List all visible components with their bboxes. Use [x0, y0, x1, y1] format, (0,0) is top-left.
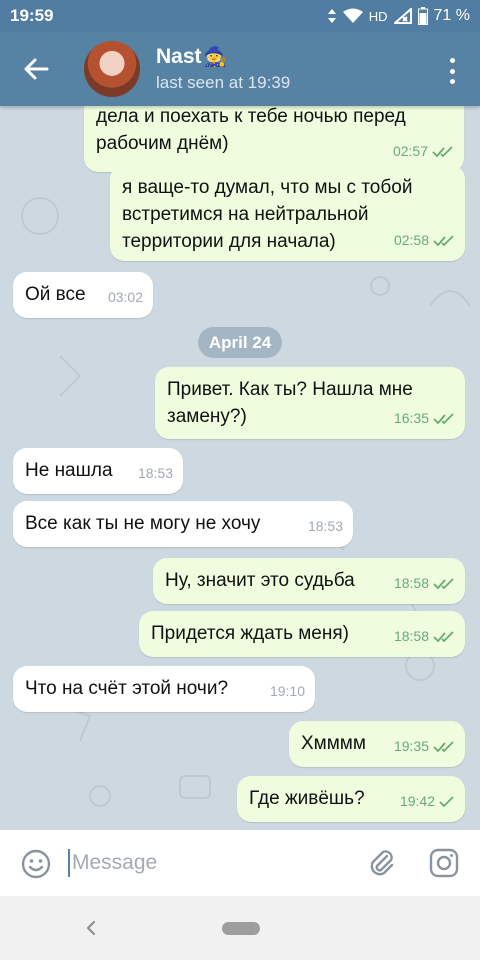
message-time: 03:02 — [107, 289, 143, 305]
message-meta: 02:57 — [393, 138, 454, 165]
double-check-icon — [433, 630, 454, 642]
message-bubble[interactable]: Ну, значит это судьба 18:58 — [153, 558, 465, 604]
message-meta: 18:53 — [308, 513, 343, 540]
message-input-bar — [0, 830, 480, 896]
message-text: Все как ты не могу не хочу — [25, 513, 261, 534]
check-icon — [439, 795, 454, 807]
message-bubble[interactable]: я ваще-то думал, что мы с тобой встретим… — [110, 165, 465, 261]
message-time: 02:57 — [392, 143, 428, 159]
chat-messages[interactable]: дела и поехать к тебе ночью перед рабочи… — [0, 106, 480, 830]
battery-icon — [417, 7, 428, 25]
message-time: 02:58 — [393, 232, 429, 248]
emoji-icon[interactable] — [20, 848, 52, 880]
message-meta: 02:58 — [394, 227, 455, 254]
signal-icon — [393, 8, 412, 24]
message-bubble[interactable]: Привет. Как ты? Нашла мне замену?) 16:35 — [155, 367, 465, 439]
message-meta: 16:35 — [394, 405, 455, 432]
contact-name-text: Nast — [156, 45, 202, 68]
message-text: Что на счёт этой ночи? — [25, 678, 229, 699]
wifi-icon — [342, 8, 363, 23]
message-meta: 19:35 — [394, 733, 455, 760]
chat-header: Nast 🧙 last seen at 19:39 — [0, 32, 480, 106]
nav-back-icon[interactable] — [80, 914, 102, 942]
double-check-icon — [433, 412, 454, 424]
message-bubble[interactable]: дела и поехать к тебе ночью перед рабочи… — [84, 106, 464, 172]
message-meta: 18:58 — [394, 570, 455, 597]
message-time: 18:58 — [393, 628, 429, 644]
message-time: 18:53 — [307, 518, 343, 534]
message-bubble[interactable]: Все как ты не могу не хочу 18:53 — [13, 501, 353, 547]
status-icons: HD 71 % — [327, 7, 470, 25]
more-menu-button[interactable] — [442, 58, 462, 84]
more-vertical-icon — [449, 58, 455, 63]
double-check-icon — [432, 145, 453, 157]
message-bubble[interactable]: Где живёшь? 19:42 — [237, 776, 465, 822]
paperclip-icon[interactable] — [366, 847, 398, 879]
contact-name: Nast 🧙 — [156, 45, 290, 69]
message-meta: 19:10 — [270, 678, 305, 705]
contact-info[interactable]: Nast 🧙 last seen at 19:39 — [156, 45, 290, 93]
network-type: HD — [368, 8, 388, 24]
system-navigation-bar — [0, 896, 480, 960]
camera-icon[interactable] — [428, 847, 460, 879]
wizard-emoji-icon: 🧙 — [203, 47, 228, 68]
battery-level: 71 % — [433, 7, 470, 24]
status-bar: 19:59 HD 71 % — [0, 0, 480, 32]
message-time: 16:35 — [393, 410, 429, 426]
message-time: 19:42 — [399, 793, 435, 809]
message-meta: 19:42 — [400, 788, 455, 815]
arrow-left-icon — [24, 58, 49, 80]
message-bubble[interactable]: Не нашла 18:53 — [13, 448, 183, 494]
nav-home-pill[interactable] — [222, 922, 260, 935]
date-separator: April 24 — [198, 327, 282, 358]
status-time: 19:59 — [10, 6, 54, 25]
avatar[interactable] — [84, 41, 140, 97]
double-check-icon — [433, 577, 454, 589]
message-time: 19:10 — [269, 683, 305, 699]
message-bubble[interactable]: Придется ждать меня) 18:58 — [139, 611, 465, 657]
message-bubble[interactable]: Ой все 03:02 — [13, 272, 153, 318]
message-meta: 18:53 — [138, 460, 173, 487]
message-input[interactable] — [72, 846, 352, 880]
message-bubble[interactable]: Что на счёт этой ночи? 19:10 — [13, 666, 315, 712]
message-meta: 03:02 — [108, 284, 143, 311]
message-time: 18:58 — [393, 575, 429, 591]
message-time: 18:53 — [137, 465, 173, 481]
double-check-icon — [433, 740, 454, 752]
double-check-icon — [433, 234, 454, 246]
text-cursor — [68, 849, 70, 877]
message-bubble[interactable]: Хмммм 19:35 — [289, 721, 465, 767]
last-seen-status: last seen at 19:39 — [156, 73, 291, 92]
back-button[interactable] — [0, 32, 72, 106]
message-time: 19:35 — [393, 738, 429, 754]
data-transfer-icon — [327, 9, 336, 23]
message-meta: 18:58 — [394, 623, 455, 650]
